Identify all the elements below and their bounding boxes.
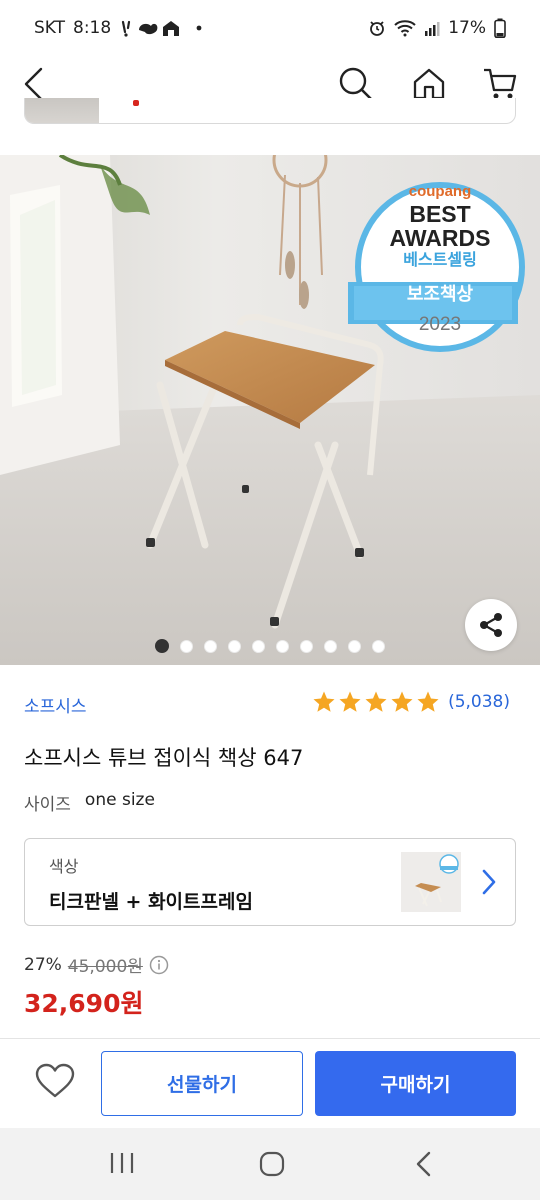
wifi-icon	[394, 20, 416, 37]
star-icon	[391, 691, 413, 712]
notification-icons	[122, 20, 202, 37]
badge-line2: AWARDS	[389, 225, 491, 251]
option-thumbnail	[401, 852, 461, 912]
gift-button[interactable]: 선물하기	[101, 1051, 303, 1116]
info-icon[interactable]	[149, 955, 169, 975]
partial-card	[24, 98, 516, 124]
carousel-dot[interactable]	[348, 639, 361, 653]
star-rating	[312, 690, 440, 714]
wishlist-heart-icon[interactable]	[34, 1063, 76, 1099]
buy-button[interactable]: 구매하기	[315, 1051, 516, 1116]
partial-thumb	[25, 98, 99, 123]
original-price: 45,000원	[67, 957, 143, 977]
size-row: 사이즈 one size	[24, 790, 155, 815]
star-icon	[365, 691, 387, 712]
status-bar: SKT 8:18 17%	[0, 0, 540, 56]
back-button-icon[interactable]	[413, 1150, 435, 1178]
option-value: 티크판넬 + 화이트프레임	[49, 891, 253, 913]
status-left: SKT 8:18	[34, 18, 207, 38]
badge-line1: BEST	[409, 201, 471, 227]
brand-link[interactable]: 소프시스	[24, 692, 87, 717]
system-nav-bar	[0, 1128, 540, 1200]
discount-row: 27% 45,000원	[24, 952, 169, 977]
badge-brand: coupang	[408, 183, 472, 200]
share-icon	[480, 613, 502, 637]
option-label: 색상	[49, 857, 79, 876]
carrier: SKT	[34, 18, 66, 38]
share-button[interactable]	[465, 599, 517, 651]
badge-ribbon: 보조책상	[406, 284, 474, 304]
badge-text: coupang BEST AWARDS 베스트셀링 보조책상 2023	[358, 183, 522, 336]
carousel-dot[interactable]	[252, 639, 265, 653]
product-image-carousel[interactable]: coupang BEST AWARDS 베스트셀링 보조책상 2023	[0, 155, 540, 665]
recent-apps-icon[interactable]	[108, 1150, 136, 1176]
signal-icon	[425, 22, 440, 36]
carousel-dot[interactable]	[324, 639, 337, 653]
partial-marker	[133, 100, 139, 106]
carousel-dot[interactable]	[180, 639, 193, 653]
carousel-dot[interactable]	[300, 639, 313, 653]
star-icon	[417, 691, 439, 712]
chevron-right-icon	[482, 869, 496, 895]
bottom-action-bar: 선물하기 구매하기	[0, 1038, 540, 1128]
color-option-selector[interactable]: 색상 티크판넬 + 화이트프레임	[24, 838, 516, 926]
product-title: 소프시스 튜브 접이식 책상 647	[24, 746, 304, 770]
star-icon	[339, 691, 361, 712]
battery-percent: 17%	[448, 18, 486, 38]
badge-line3: 베스트셀링	[403, 252, 477, 269]
carousel-dot[interactable]	[155, 639, 169, 653]
size-value: one size	[84, 790, 155, 810]
carousel-dots	[155, 639, 385, 653]
carousel-dot[interactable]	[204, 639, 217, 653]
carousel-dot[interactable]	[276, 639, 289, 653]
home-button-icon[interactable]	[258, 1150, 286, 1178]
review-count[interactable]: (5,038)	[448, 692, 510, 712]
clock: 8:18	[73, 18, 112, 38]
discount-rate: 27%	[24, 954, 62, 975]
sale-price: 32,690원	[24, 989, 144, 1018]
rating[interactable]: (5,038)	[312, 690, 510, 714]
star-icon	[313, 691, 335, 712]
size-label: 사이즈	[24, 795, 71, 815]
alarm-icon	[370, 21, 385, 36]
carousel-dot[interactable]	[228, 639, 241, 653]
status-right: 17%	[368, 18, 506, 38]
badge-year: 2023	[418, 314, 462, 335]
carousel-dot[interactable]	[372, 639, 385, 653]
battery-icon	[494, 18, 506, 38]
